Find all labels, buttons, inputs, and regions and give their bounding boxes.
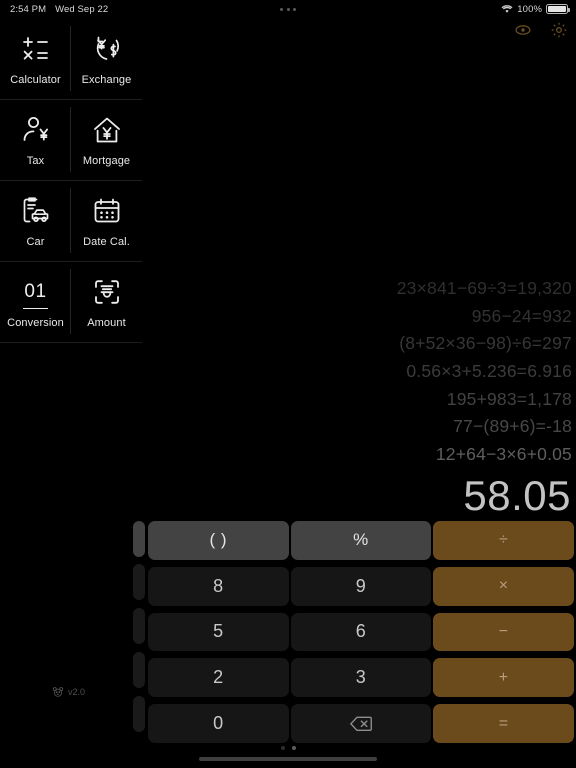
subtract-key[interactable]: − bbox=[433, 612, 574, 652]
sidebar-item-label: Date Cal. bbox=[83, 235, 130, 248]
wifi-icon bbox=[501, 4, 513, 14]
battery-full-icon bbox=[546, 4, 570, 14]
page-dot[interactable] bbox=[280, 746, 285, 750]
currency-exchange-icon bbox=[90, 32, 124, 66]
calendar-icon bbox=[90, 194, 124, 228]
page-dot-active[interactable] bbox=[291, 746, 296, 750]
digits-01-icon: 01 bbox=[23, 275, 48, 309]
digit-8-key[interactable]: 8 bbox=[148, 566, 289, 606]
calculation-history: 23×841−69÷3=19,320 956−24=932 (8+52×36−9… bbox=[142, 276, 572, 468]
add-key[interactable]: + bbox=[433, 658, 574, 698]
digit-9-key[interactable]: 9 bbox=[290, 566, 432, 606]
sidebar-item-car[interactable]: Car bbox=[0, 180, 71, 261]
digits-01-icon-text: 01 bbox=[23, 275, 48, 309]
digit-2-key[interactable]: 2 bbox=[148, 658, 289, 698]
sidebar-item-label: Amount bbox=[87, 316, 126, 329]
home-indicator[interactable] bbox=[199, 757, 377, 761]
status-bar-right: 100% bbox=[501, 0, 570, 18]
sidebar-item-amount[interactable]: Amount bbox=[71, 261, 142, 342]
divide-key[interactable]: ÷ bbox=[433, 521, 574, 560]
keypad-cutoff-column bbox=[133, 521, 146, 743]
calculation-display: 23×841−69÷3=19,320 956−24=932 (8+52×36−9… bbox=[142, 18, 576, 518]
sidebar-divider bbox=[0, 342, 142, 343]
sidebar-item-label: Exchange bbox=[81, 73, 132, 86]
sidebar-item-tax[interactable]: Tax bbox=[0, 99, 71, 180]
history-line[interactable]: 0.56×3+5.236=6.916 bbox=[406, 359, 572, 386]
sidebar-item-mortgage[interactable]: Mortgage bbox=[71, 99, 142, 180]
battery-percent-label: 100% bbox=[517, 3, 542, 15]
sidebar-item-date-cal[interactable]: Date Cal. bbox=[71, 180, 142, 261]
status-date: Wed Sep 22 bbox=[55, 3, 109, 15]
amount-scan-icon bbox=[90, 275, 124, 309]
sidebar-item-label: Car bbox=[26, 235, 45, 248]
sidebar-item-label: Tax bbox=[26, 154, 45, 167]
keypad: ( ) % ÷ 8 9 × 5 6 − 2 3 + 0 = bbox=[133, 521, 576, 743]
multiply-key[interactable]: × bbox=[433, 566, 574, 606]
digit-3-key[interactable]: 3 bbox=[290, 658, 432, 698]
house-yen-mortgage-icon bbox=[90, 113, 124, 147]
sidebar-item-calculator[interactable]: Calculator bbox=[0, 18, 71, 99]
digit-5-key[interactable]: 5 bbox=[148, 612, 289, 652]
sidebar-item-label: Calculator bbox=[10, 73, 61, 86]
version-badge: v2.0 bbox=[52, 686, 85, 698]
history-line[interactable]: 77−(89+6)=-18 bbox=[453, 414, 572, 441]
digit-6-key[interactable]: 6 bbox=[290, 612, 432, 652]
current-expression[interactable]: 12+64−3×6+0.05 bbox=[436, 441, 572, 468]
car-loan-icon bbox=[19, 194, 53, 228]
person-yen-tax-icon bbox=[19, 113, 53, 147]
status-bar-left: 2:54 PM Wed Sep 22 bbox=[0, 4, 108, 15]
history-line[interactable]: 195+983=1,178 bbox=[447, 386, 572, 413]
bear-face-icon bbox=[52, 686, 64, 698]
status-time: 2:54 PM bbox=[10, 3, 47, 15]
keypad-grid: ( ) % ÷ 8 9 × 5 6 − 2 3 + 0 = bbox=[148, 521, 576, 743]
history-line[interactable]: 23×841−69÷3=19,320 bbox=[397, 276, 572, 303]
version-label: v2.0 bbox=[68, 687, 86, 697]
equals-key[interactable]: = bbox=[433, 704, 574, 743]
calculator-icon bbox=[19, 32, 53, 66]
status-bar: 2:54 PM Wed Sep 22 100% bbox=[0, 0, 576, 18]
parentheses-key[interactable]: ( ) bbox=[148, 521, 289, 560]
sidebar-item-exchange[interactable]: Exchange bbox=[71, 18, 142, 99]
sidebar-item-label: Mortgage bbox=[82, 154, 131, 167]
sidebar-item-label: Conversion bbox=[7, 316, 64, 329]
backspace-icon bbox=[349, 716, 372, 732]
feature-sidebar: Calculator Exchange Tax Mortgage Car Dat… bbox=[0, 18, 142, 728]
history-line[interactable]: 956−24=932 bbox=[472, 303, 572, 330]
history-line[interactable]: (8+52×36−98)÷6=297 bbox=[399, 331, 572, 358]
sidebar-item-conversion[interactable]: 01 Conversion bbox=[0, 261, 71, 342]
result-value[interactable]: 58.05 bbox=[463, 468, 572, 518]
sidebar-tile-grid: Calculator Exchange Tax Mortgage Car Dat… bbox=[0, 18, 142, 342]
page-indicator bbox=[0, 746, 576, 750]
digit-0-key[interactable]: 0 bbox=[148, 704, 289, 743]
calculator-app-window: 2:54 PM Wed Sep 22 100% Calculator Excha… bbox=[0, 0, 576, 768]
percent-key[interactable]: % bbox=[290, 521, 432, 560]
backspace-key[interactable] bbox=[290, 704, 432, 743]
three-dots-handle-icon[interactable] bbox=[280, 7, 296, 11]
